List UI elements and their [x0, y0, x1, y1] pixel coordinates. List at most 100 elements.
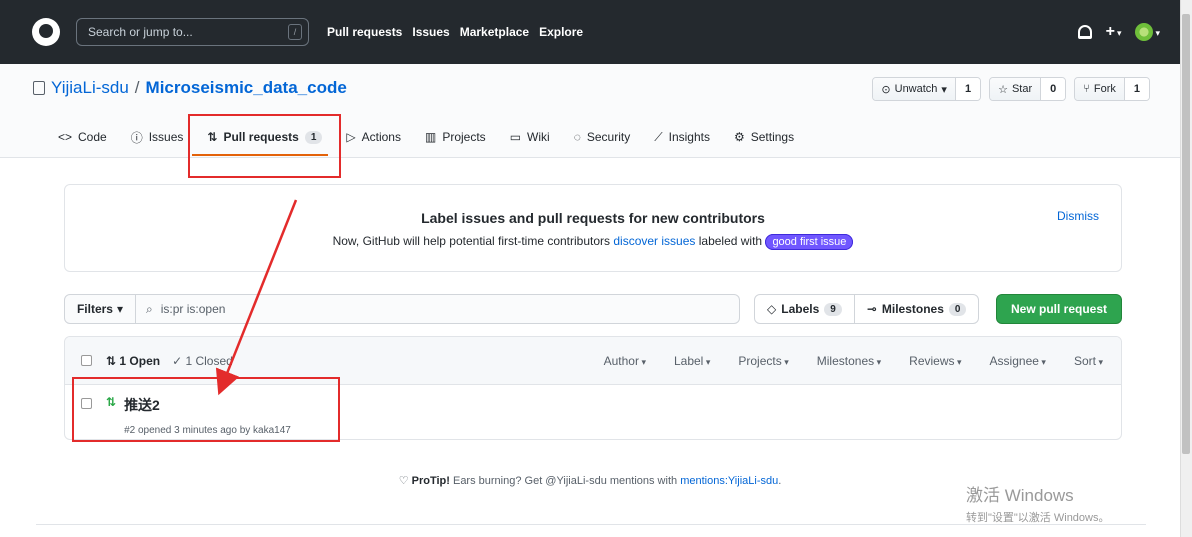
filters-bar: Filters ▾ ⌕ is:pr is:open — [64, 294, 740, 324]
closed-count: 1 Closed — [185, 353, 233, 368]
assignee-dropdown[interactable]: Assignee — [990, 354, 1046, 368]
protip-end: . — [778, 475, 782, 487]
fork-label: Fork — [1093, 83, 1116, 95]
tab-label: Projects — [442, 130, 486, 144]
labels-label: Labels — [781, 302, 820, 316]
global-nav: Pull requests Issues Marketplace Explore — [327, 25, 583, 39]
labels-count: 9 — [824, 302, 842, 316]
repo-owner-link[interactable]: YijiaLi-sdu — [51, 78, 129, 98]
user-menu[interactable] — [1135, 23, 1160, 41]
tab-label: Wiki — [527, 130, 550, 144]
milestones-dropdown[interactable]: Milestones — [817, 354, 881, 368]
tab-code[interactable]: <> Code — [46, 124, 119, 150]
tab-actions[interactable]: ▷ Actions — [334, 124, 413, 150]
star-count[interactable]: 0 — [1041, 78, 1066, 100]
nav-marketplace[interactable]: Marketplace — [460, 25, 529, 39]
search-icon: ⌕ — [146, 301, 153, 316]
filter-query: is:pr is:open — [160, 302, 226, 316]
open-count: 1 Open — [119, 353, 161, 368]
filter-search-input[interactable]: ⌕ is:pr is:open — [136, 294, 740, 324]
tab-label: Actions — [361, 130, 401, 144]
discover-issues-link[interactable]: discover issues — [613, 234, 695, 248]
scrollbar-thumb[interactable] — [1182, 14, 1190, 454]
good-first-issue-label[interactable]: good first issue — [765, 234, 854, 250]
tab-settings[interactable]: ⚙ Settings — [722, 124, 806, 150]
annotation-box-pr-item — [72, 377, 340, 442]
milestones-label: Milestones — [881, 302, 944, 316]
banner-text: Now, GitHub will help potential first-ti… — [65, 234, 1121, 250]
labels-button[interactable]: ◇ Labels 9 — [755, 295, 854, 323]
repo-title: YijiaLi-sdu / Microseismic_data_code — [33, 78, 347, 98]
tab-wiki[interactable]: ▭ Wiki — [498, 124, 562, 150]
select-all-checkbox[interactable] — [81, 355, 92, 366]
header-actions: + — [1077, 23, 1160, 41]
dismiss-button[interactable]: Dismiss — [1057, 209, 1099, 223]
lightbulb-icon: ♡ — [398, 475, 412, 487]
book-icon: ▭ — [509, 130, 522, 144]
tag-icon: ◇ — [767, 302, 777, 316]
issue-icon: ⓘ — [130, 130, 143, 145]
chevron-down-icon: ▾ — [941, 83, 947, 96]
page-scrollbar[interactable] — [1180, 0, 1192, 537]
filters-label: Filters — [76, 302, 113, 316]
github-logo-icon[interactable] — [32, 18, 60, 46]
tab-projects[interactable]: ▥ Projects — [413, 124, 498, 150]
fork-count[interactable]: 1 — [1124, 78, 1149, 100]
tab-label: Insights — [668, 130, 710, 144]
watch-count[interactable]: 1 — [955, 78, 981, 100]
tab-issues[interactable]: ⓘ Issues — [119, 124, 196, 150]
new-pull-request-button[interactable]: New pull request — [996, 294, 1122, 324]
tab-insights[interactable]: ⟋ Insights — [642, 124, 722, 150]
search-placeholder: Search or jump to... — [88, 25, 193, 39]
new-contributors-banner: Label issues and pull requests for new c… — [64, 184, 1122, 272]
notification-bell-icon[interactable] — [1077, 25, 1092, 39]
milestone-icon: ⊸ — [866, 302, 877, 316]
label-dropdown[interactable]: Label — [674, 354, 710, 368]
star-icon: ☆ — [998, 83, 1008, 96]
unwatch-label: Unwatch — [894, 83, 938, 95]
tab-label: Issues — [148, 130, 184, 144]
unwatch-button[interactable]: ⊙ Unwatch ▾ — [873, 78, 956, 100]
repo-actions: ⊙ Unwatch ▾ 1 ☆ Star 0 ⑂ Fork 1 — [872, 77, 1150, 101]
fork-button[interactable]: ⑂ Fork — [1075, 78, 1125, 100]
code-icon: <> — [58, 130, 73, 144]
protip-text: Ears burning? Get @YijiaLi-sdu mentions … — [449, 475, 681, 487]
mentions-link[interactable]: mentions:YijiaLi-sdu — [680, 475, 778, 487]
protip-lead: ProTip! — [411, 475, 450, 487]
labels-milestones-group: ◇ Labels 9 ⊸ Milestones 0 — [754, 294, 980, 324]
filters-button[interactable]: Filters ▾ — [64, 294, 136, 324]
banner-title: Label issues and pull requests for new c… — [421, 210, 765, 226]
state-toggle: ⇅ 1 Open ✓ 1 Closed — [106, 354, 233, 368]
chevron-down-icon — [1153, 25, 1160, 39]
watermark-line2: 转到"设置"以激活 Windows。 — [966, 512, 1110, 524]
check-icon: ✓ — [172, 353, 186, 368]
repo-name-link[interactable]: Microseismic_data_code — [146, 78, 347, 98]
nav-pull-requests[interactable]: Pull requests — [327, 25, 402, 39]
milestones-button[interactable]: ⊸ Milestones 0 — [853, 295, 979, 323]
search-input[interactable]: Search or jump to... / — [76, 18, 309, 46]
projects-dropdown[interactable]: Projects — [738, 354, 788, 368]
tab-label: Code — [78, 130, 107, 144]
closed-filter[interactable]: ✓ 1 Closed — [172, 354, 233, 368]
windows-activation-watermark: 激活 Windows 转到"设置"以激活 Windows。 — [966, 481, 1110, 525]
star-control: ☆ Star 0 — [989, 77, 1067, 101]
open-filter[interactable]: ⇅ 1 Open — [106, 354, 160, 368]
banner-text-after: labeled with — [695, 234, 766, 248]
author-dropdown[interactable]: Author — [604, 354, 646, 368]
repo-header: YijiaLi-sdu / Microseismic_data_code ⊙ U… — [0, 64, 1180, 158]
eye-icon: ⊙ — [881, 83, 891, 96]
nav-issues[interactable]: Issues — [412, 25, 449, 39]
slash-key-hint: / — [288, 24, 302, 40]
reviews-dropdown[interactable]: Reviews — [909, 354, 961, 368]
project-icon: ▥ — [424, 130, 437, 144]
milestones-count: 0 — [948, 302, 967, 316]
tab-label: Security — [586, 130, 631, 144]
repo-separator: / — [134, 78, 140, 97]
sort-dropdown[interactable]: Sort — [1074, 354, 1103, 368]
shield-icon: ◌ — [573, 130, 581, 144]
tab-security[interactable]: ◌ Security — [562, 124, 643, 150]
star-button[interactable]: ☆ Star — [990, 78, 1042, 100]
create-new-plus-icon[interactable]: + — [1106, 23, 1122, 41]
nav-explore[interactable]: Explore — [539, 25, 583, 39]
gear-icon: ⚙ — [733, 130, 745, 144]
